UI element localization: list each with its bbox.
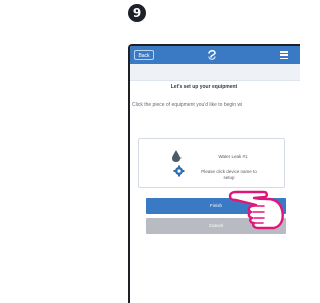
back-button[interactable]: Back	[134, 50, 154, 60]
hamburger-menu-icon[interactable]	[280, 51, 288, 60]
device-hint-text: Please click device name to setup	[201, 169, 257, 180]
app-bar: Back	[130, 46, 300, 64]
gear-icon	[173, 165, 185, 177]
water-drop-icon	[172, 150, 182, 162]
swirl-logo-icon	[208, 50, 216, 60]
sub-header: Let's set up your equipment	[130, 64, 300, 90]
equipment-card[interactable]: Water Leak #1 Please click device name t…	[138, 138, 285, 188]
instruction-text: Click the piece of equipment you'd like …	[132, 102, 243, 108]
phone-screen: Back Let's set up your equipment Click t…	[128, 44, 300, 303]
pointing-hand-icon	[228, 190, 284, 230]
device-name-link[interactable]: Water Leak #1	[203, 154, 263, 159]
step-number-badge: 9	[128, 4, 146, 22]
page-title: Let's set up your equipment	[170, 84, 238, 90]
